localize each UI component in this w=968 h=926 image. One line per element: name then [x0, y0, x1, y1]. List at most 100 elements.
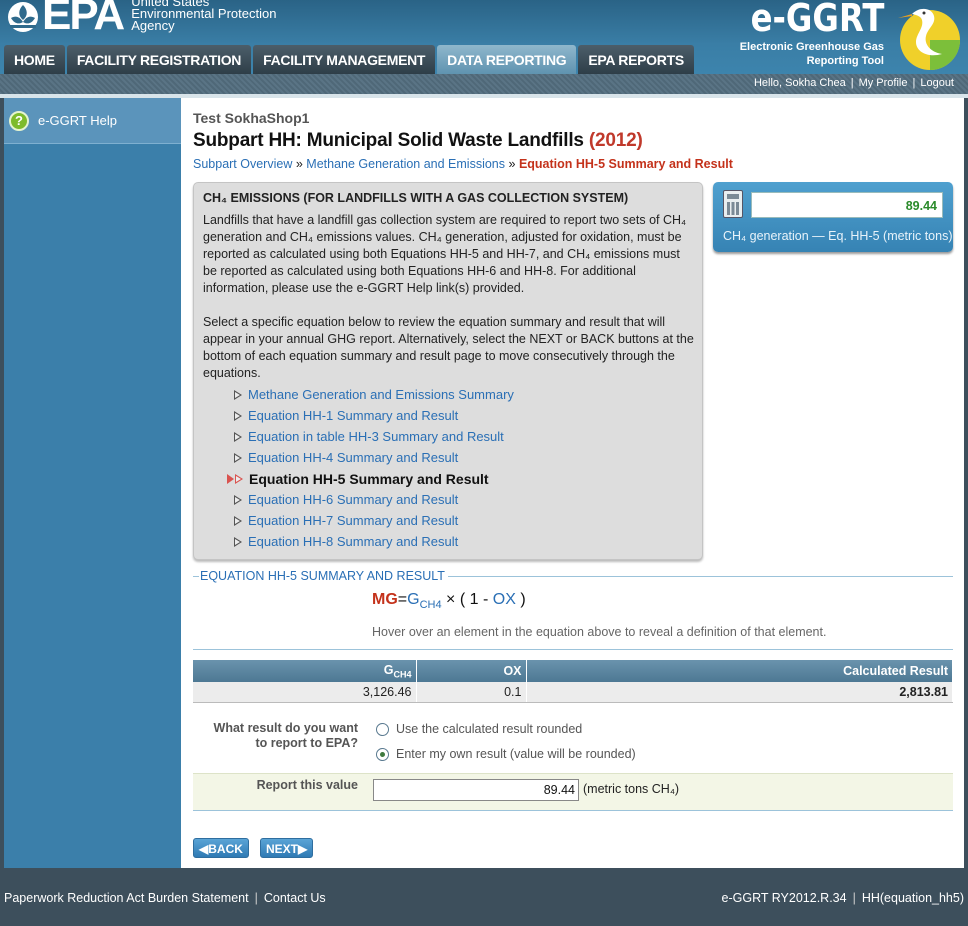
reporting-year: (2012) — [588, 130, 643, 151]
eq-minus: - — [482, 591, 489, 608]
report-value-row: Report this value (metric tons CH₄) — [193, 773, 953, 811]
option-enter-own[interactable]: Enter my own result (value will be round… — [376, 747, 636, 761]
sidebar: ? e-GGRT Help — [4, 98, 181, 868]
logout-link[interactable]: Logout — [920, 77, 954, 89]
link-equation-hh5-current[interactable]: Equation HH-5 Summary and Result — [227, 468, 514, 489]
breadcrumb-subpart-overview[interactable]: Subpart Overview — [193, 157, 292, 171]
breadcrumb-current: Equation HH-5 Summary and Result — [518, 157, 733, 171]
eq-one: 1 — [469, 591, 479, 608]
arrow-right-icon — [234, 494, 242, 505]
nav-tab-data-reporting[interactable]: DATA REPORTING — [437, 45, 577, 74]
arrow-right-icon — [235, 473, 243, 484]
eggrt-subtitle: Electronic Greenhouse Gas Reporting Tool — [714, 40, 884, 68]
option-label: Enter my own result (value will be round… — [396, 747, 636, 761]
epa-agency-name: United States Environmental Protection A… — [131, 0, 276, 32]
info-box-title: CH₄ EMISSIONS (FOR LANDFILLS WITH A GAS … — [203, 191, 629, 205]
ch4-generation-result-box: 89.44 CH₄ generation — Eq. HH-5 (metric … — [713, 182, 953, 252]
page-title: Subpart HH: Municipal Solid Waste Landfi… — [193, 130, 643, 152]
eggrt-subtitle-line-1: Electronic Greenhouse Gas — [739, 41, 884, 53]
page-identifier: HH(equation_hh5) — [861, 891, 964, 905]
report-choice-label: What result do you want to report to EPA… — [213, 721, 358, 750]
agency-line-3: Agency — [131, 18, 175, 33]
radio-enter-own[interactable] — [376, 747, 389, 761]
option-use-calculated[interactable]: Use the calculated result rounded — [376, 722, 582, 736]
breadcrumb-separator: » — [295, 157, 303, 171]
arrow-right-icon — [234, 389, 242, 400]
arrow-right-icon — [234, 410, 242, 421]
equation-link-list: Methane Generation and Emissions Summary… — [227, 384, 514, 552]
user-bar: Hello, Sokha Chea | My Profile | Logout — [0, 74, 968, 94]
eggrt-wordmark: e-GGRT — [750, 0, 884, 40]
link-equation-hh7[interactable]: Equation HH-7 Summary and Result — [234, 510, 514, 531]
equation-formula: MG=GCH4 × ( 1 - OX ) — [372, 591, 526, 611]
equation-data-table: GCH4 OX Calculated Result 3,126.46 0.1 2… — [193, 660, 953, 703]
arrow-right-icon — [234, 536, 242, 547]
link-equation-hh1[interactable]: Equation HH-1 Summary and Result — [234, 405, 514, 426]
paperwork-reduction-link[interactable]: Paperwork Reduction Act Burden Statement — [4, 891, 249, 905]
report-choice-area: What result do you want to report to EPA… — [193, 711, 953, 773]
eq-close-paren: ) — [520, 591, 526, 608]
back-button[interactable]: ◀BACK — [193, 838, 249, 858]
cell-ox: 0.1 — [416, 682, 527, 703]
back-arrow-icon: ◀ — [199, 842, 209, 856]
facility-name: Test SokhaShop1 — [193, 110, 310, 126]
option-label: Use the calculated result rounded — [396, 722, 583, 736]
cell-gch4: 3,126.46 — [193, 682, 417, 703]
arrow-right-icon — [234, 515, 242, 526]
main-content: Test SokhaShop1 Subpart HH: Municipal So… — [181, 98, 964, 868]
ch4-generation-value: 89.44 — [751, 192, 943, 218]
link-equation-hh6[interactable]: Equation HH-6 Summary and Result — [234, 489, 514, 510]
breadcrumb-methane-generation[interactable]: Methane Generation and Emissions — [306, 157, 505, 171]
eq-var-gch4[interactable]: GCH4 — [407, 591, 441, 611]
cell-calculated-result: 2,813.81 — [526, 682, 953, 703]
footer-version-info: e-GGRT RY2012.R.34 | HH(equation_hh5) — [721, 891, 964, 905]
ch4-emissions-info-box: CH₄ EMISSIONS (FOR LANDFILLS WITH A GAS … — [193, 182, 703, 560]
col-header-calculated-result: Calculated Result — [526, 660, 953, 682]
eq-var-ox[interactable]: OX — [493, 591, 516, 608]
eq-times: × — [446, 591, 456, 608]
link-equation-hh3[interactable]: Equation in table HH-3 Summary and Resul… — [234, 426, 514, 447]
nav-tab-facility-registration[interactable]: FACILITY REGISTRATION — [66, 45, 252, 74]
report-value-label: Report this value — [256, 778, 358, 792]
calculator-icon — [723, 190, 743, 218]
epa-logo[interactable]: EPA United States Environmental Protecti… — [6, 0, 276, 38]
report-value-units: (metric tons CH₄) — [583, 782, 680, 796]
link-methane-summary[interactable]: Methane Generation and Emissions Summary — [234, 384, 514, 405]
equation-hover-hint: Hover over an element in the equation ab… — [372, 625, 827, 639]
header: EPA United States Environmental Protecti… — [0, 0, 968, 74]
eq-equals: = — [397, 591, 408, 608]
epa-wordmark: EPA — [42, 0, 125, 39]
my-profile-link[interactable]: My Profile — [859, 77, 908, 89]
link-equation-hh4[interactable]: Equation HH-4 Summary and Result — [234, 447, 514, 468]
link-equation-hh8[interactable]: Equation HH-8 Summary and Result — [234, 531, 514, 552]
info-paragraph-2: Select a specific equation below to revi… — [203, 315, 694, 380]
help-icon: ? — [9, 110, 29, 131]
footer: Paperwork Reduction Act Burden Statement… — [0, 868, 968, 926]
table-row: 3,126.46 0.1 2,813.81 — [193, 682, 953, 703]
sidebar-item-help[interactable]: ? e-GGRT Help — [4, 98, 181, 144]
nav-tab-facility-management[interactable]: FACILITY MANAGEMENT — [253, 45, 436, 74]
col-header-ox: OX — [416, 660, 527, 682]
app-version: e-GGRT RY2012.R.34 — [721, 891, 847, 905]
report-value-input[interactable] — [373, 779, 579, 801]
eggrt-logo[interactable]: e-GGRT Electronic Greenhouse Gas Reporti… — [722, 0, 962, 74]
user-greeting: Hello, Sokha Chea — [753, 77, 846, 89]
table-header-row: GCH4 OX Calculated Result — [193, 660, 953, 682]
nav-tab-home[interactable]: HOME — [4, 45, 65, 74]
eggrt-subtitle-line-2: Reporting Tool — [806, 55, 884, 67]
footer-links: Paperwork Reduction Act Burden Statement… — [4, 891, 326, 905]
radio-use-calculated[interactable] — [376, 722, 389, 736]
egret-bird-icon — [898, 8, 960, 70]
equation-section-label: EQUATION HH-5 SUMMARY AND RESULT — [199, 569, 448, 583]
arrow-right-icon — [234, 431, 242, 442]
arrow-right-icon — [234, 452, 242, 463]
sidebar-item-label: e-GGRT Help — [38, 113, 117, 128]
next-button[interactable]: NEXT▶ — [260, 838, 314, 858]
ch4-generation-caption: CH₄ generation — Eq. HH-5 (metric tons) — [723, 229, 953, 243]
user-links: Hello, Sokha Chea | My Profile | Logout — [753, 77, 954, 89]
nav-tab-epa-reports[interactable]: EPA REPORTS — [578, 45, 694, 74]
contact-us-link[interactable]: Contact Us — [264, 891, 326, 905]
eq-var-mg[interactable]: MG — [372, 591, 398, 608]
main-nav: HOME FACILITY REGISTRATION FACILITY MANA… — [4, 45, 694, 74]
col-header-gch4: GCH4 — [193, 660, 417, 682]
